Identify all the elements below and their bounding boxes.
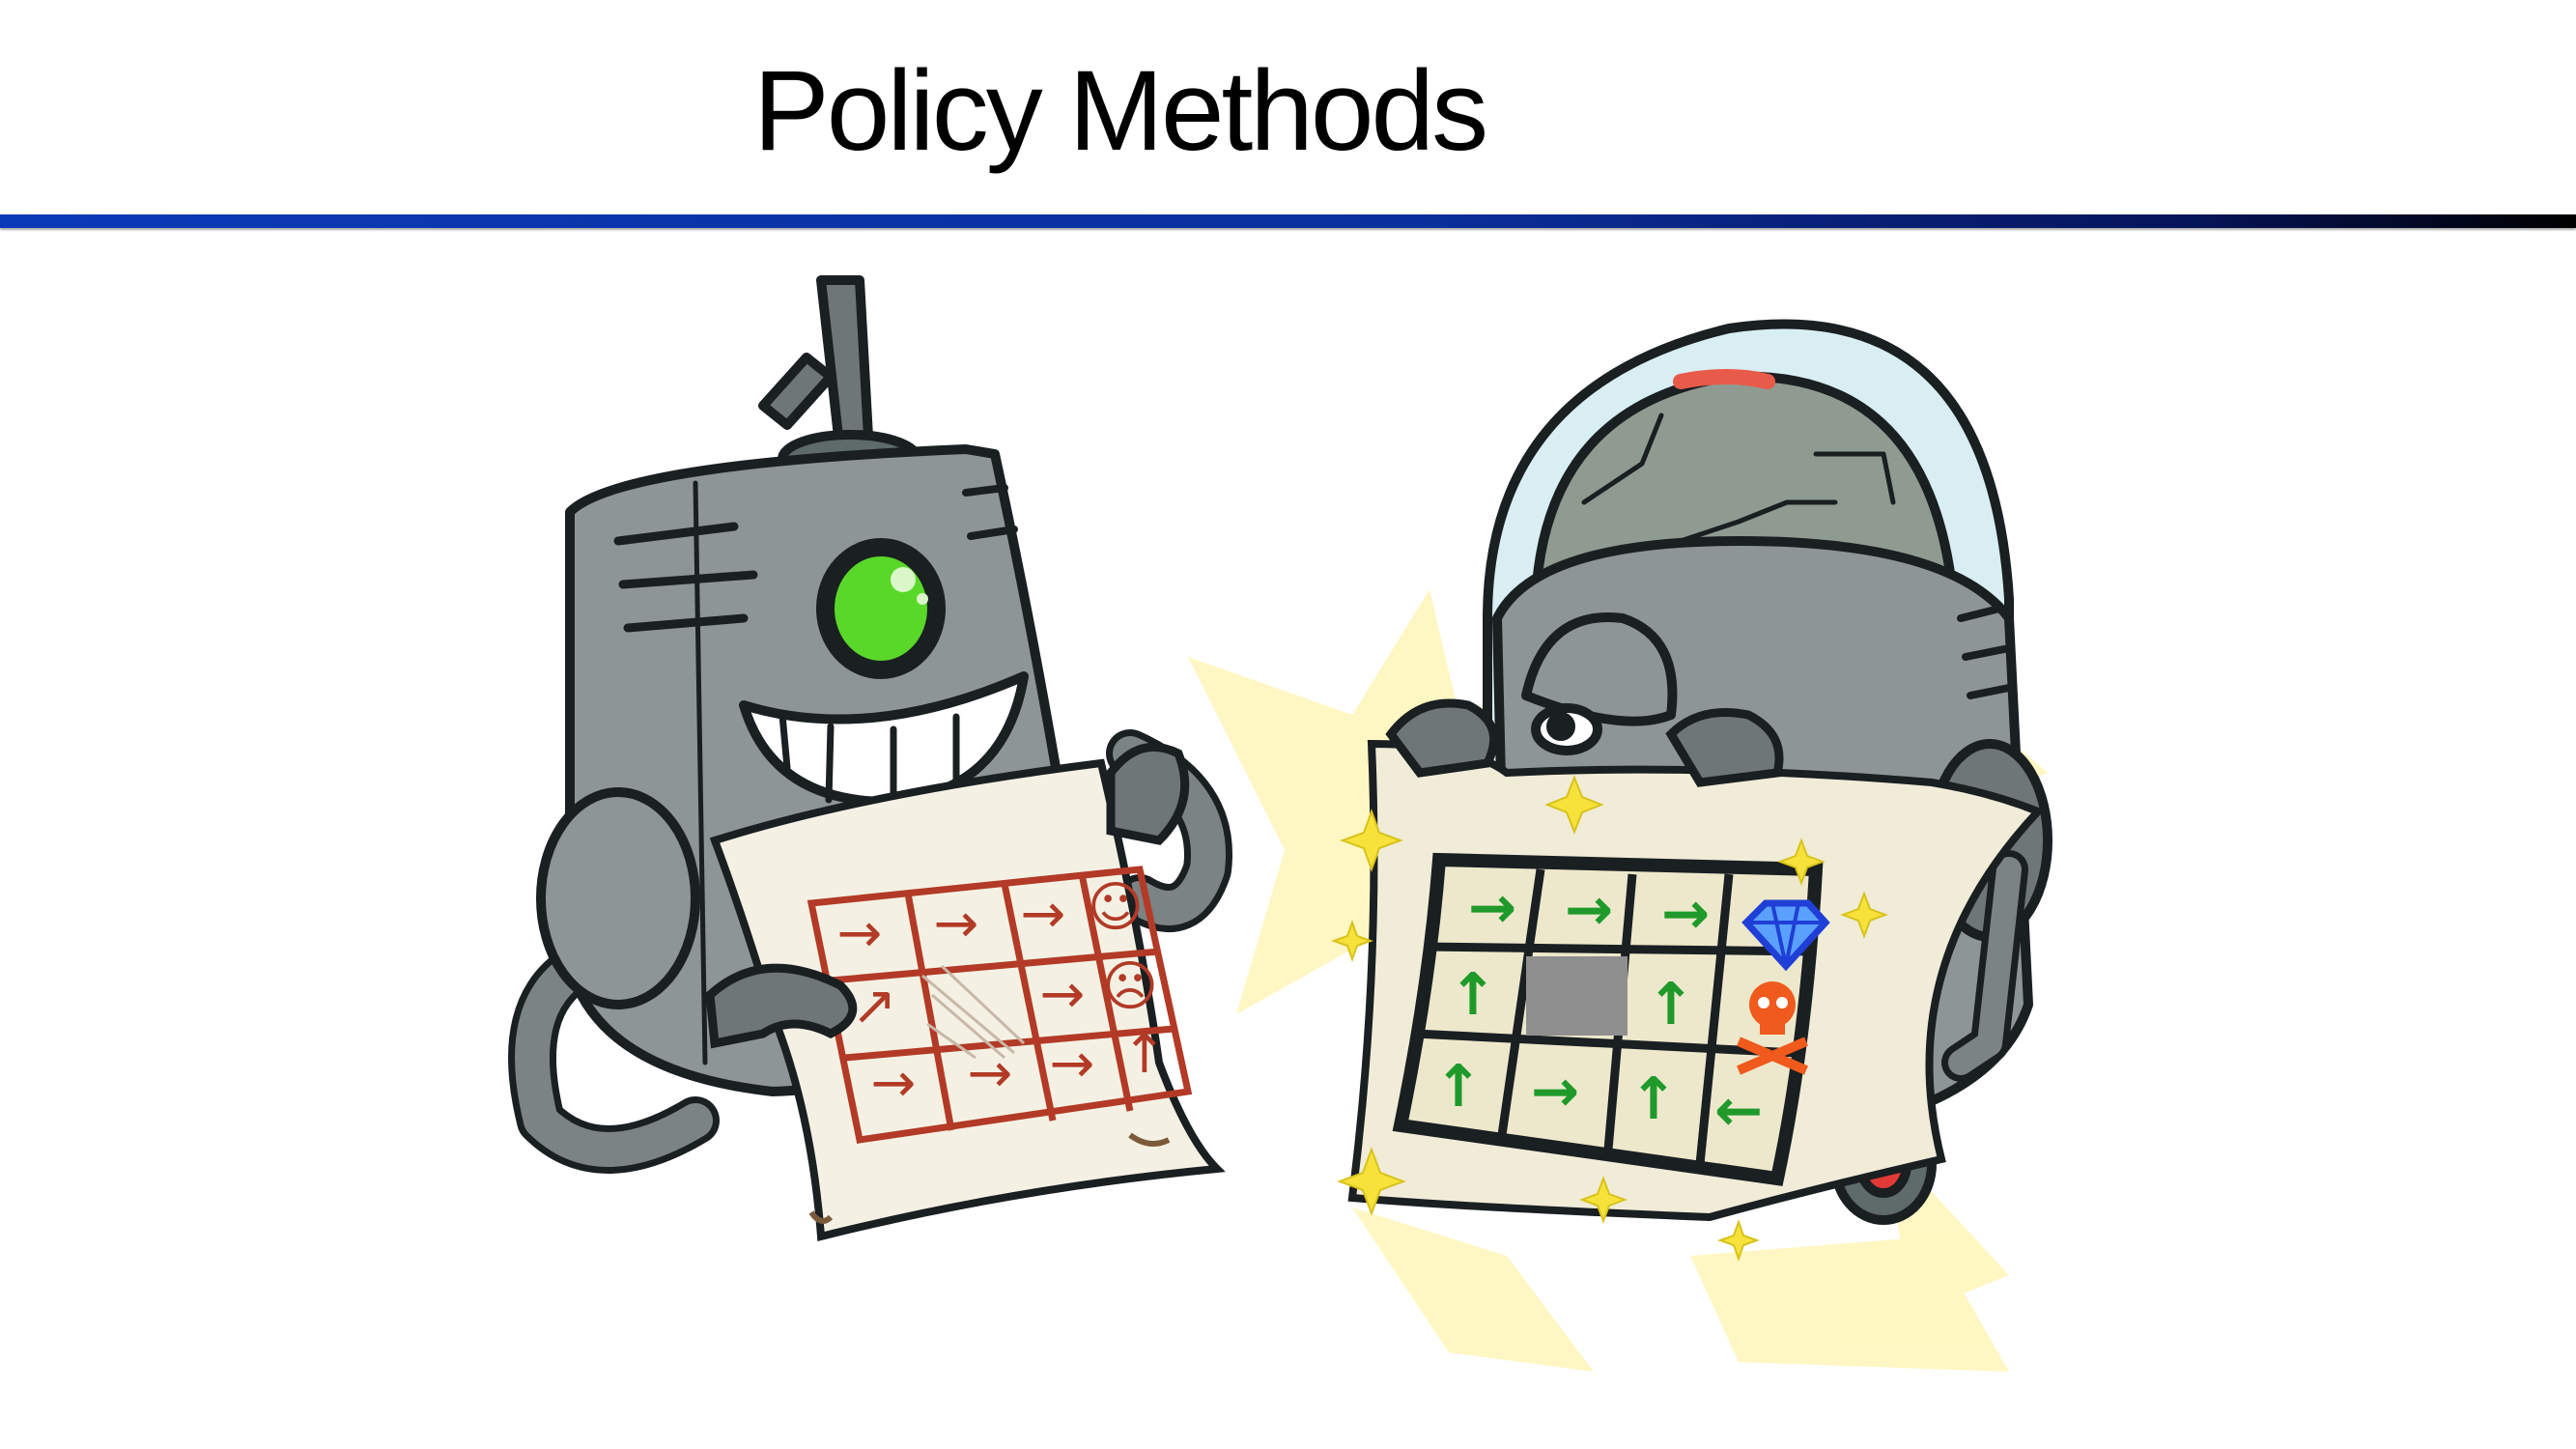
- left-grid-cell-2-1: →: [968, 1042, 1013, 1105]
- right-grid-cell-0-1: →: [1565, 876, 1613, 944]
- left-grid-cell-0-3: ☺: [1088, 876, 1144, 939]
- wall-cell: [1526, 956, 1628, 1036]
- left-grid-cell-2-0: →: [871, 1052, 917, 1115]
- left-grid-cell-2-3: ↑: [1122, 1023, 1168, 1086]
- left-grid-cell-2-2: →: [1050, 1033, 1095, 1095]
- right-grid-cell-2-3: ←: [1714, 1077, 1763, 1145]
- right-grid-cell-1-0: ↑: [1449, 961, 1497, 1029]
- left-grid-cell-1-0: ↗: [852, 975, 897, 1037]
- right-grid-cell-0-2: →: [1661, 880, 1710, 948]
- left-grid-cell-0-2: →: [1021, 883, 1066, 946]
- right-grid-cell-2-2: ↑: [1629, 1065, 1678, 1133]
- right-grid-cell-2-0: ↑: [1434, 1053, 1483, 1121]
- right-grid-cell-0-0: →: [1468, 874, 1516, 942]
- left-grid-cell-0-0: →: [837, 902, 883, 965]
- left-grid-cell-1-2: →: [1040, 963, 1086, 1026]
- title-rule: [0, 214, 2576, 228]
- right-grid-cell-1-2: ↑: [1647, 971, 1695, 1038]
- left-grid-cell-1-3: ☹: [1102, 955, 1158, 1018]
- left-grid-cell-0-1: →: [934, 893, 979, 955]
- slide-title: Policy Methods: [753, 47, 1488, 175]
- robots-illustration: → → → ☺ ↗ → ☹ → → → ↑ → → → ↑ ↑ ↑ → ↑ ←: [508, 275, 2052, 1372]
- slide: Policy Methods → → → ☺ ↗ → ☹ → → → ↑ → →…: [0, 0, 2576, 1449]
- right-grid-cell-2-1: →: [1531, 1058, 1579, 1125]
- left-policy-map: → → → ☺ ↗ → ☹ → → → ↑: [705, 742, 1226, 1242]
